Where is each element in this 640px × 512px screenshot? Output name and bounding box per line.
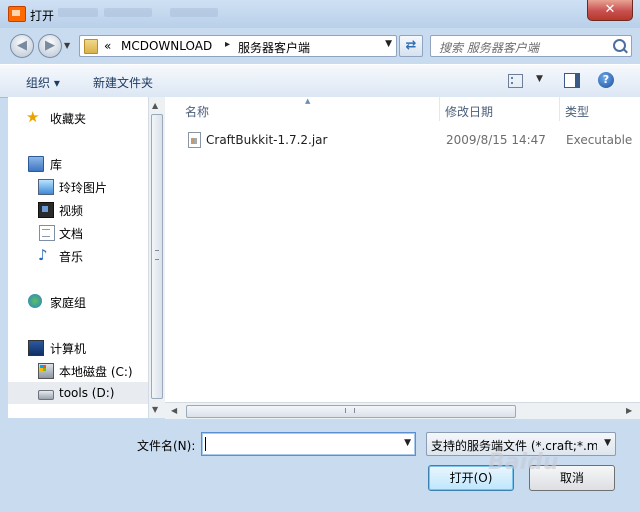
- organize-button[interactable]: 组织 ▾: [26, 74, 60, 91]
- column-header-label: 类型: [565, 105, 590, 119]
- sidebar-item-label: 视频: [59, 204, 84, 218]
- scroll-right-icon[interactable]: ▶: [626, 406, 632, 415]
- star-icon: ★: [26, 108, 40, 126]
- forward-button[interactable]: ▶: [38, 34, 62, 58]
- sidebar-item-pictures[interactable]: 玲玲图片: [8, 175, 148, 197]
- sidebar-item-libraries[interactable]: 库: [8, 152, 148, 174]
- local-disk-icon: [38, 363, 54, 379]
- grip-icon: [155, 250, 159, 260]
- pictures-icon: [38, 179, 54, 195]
- jar-file-icon: [188, 132, 201, 148]
- file-type: Executable: [566, 133, 633, 147]
- scrollbar-thumb[interactable]: [151, 114, 163, 399]
- baidu-watermark: Baidu: [488, 450, 559, 475]
- command-bar: 组织 ▾ 新建文件夹 ▼ ?: [0, 64, 640, 98]
- file-modified-date: 2009/8/15 14:47: [446, 133, 546, 147]
- refresh-button[interactable]: ⇄: [399, 35, 423, 57]
- search-placeholder: 搜索 服务器客户端: [439, 41, 539, 55]
- computer-icon: [28, 340, 44, 356]
- view-dropdown-icon[interactable]: ▼: [536, 74, 543, 84]
- filename-field[interactable]: ▼: [201, 432, 416, 456]
- sidebar-item-label: 文档: [59, 227, 84, 241]
- sidebar-item-computer[interactable]: 计算机: [8, 336, 148, 358]
- address-row: ◀ ▶ ▼ « MCDOWNLOAD ▸ 服务器客户端 ▼ ⇄ 搜索 服务器客户…: [0, 28, 640, 62]
- scroll-up-icon[interactable]: ▲: [152, 101, 158, 110]
- sidebar-item-label: 计算机: [50, 342, 87, 356]
- app-icon: [8, 6, 26, 22]
- background-menu-ghost: [58, 8, 98, 17]
- column-header-type[interactable]: 类型: [559, 97, 640, 121]
- sidebar-item-label: 家庭组: [50, 296, 87, 310]
- view-options-icon[interactable]: [508, 74, 523, 88]
- library-icon: [28, 156, 44, 172]
- sidebar-item-favorites[interactable]: ★ 收藏夹: [8, 106, 148, 128]
- sort-ascending-icon: ▲: [305, 97, 311, 105]
- column-header-label: 修改日期: [445, 105, 494, 119]
- navigation-scrollbar[interactable]: ▲ ▼: [148, 97, 165, 418]
- file-list: 名称 ▲ 修改日期 类型 CraftBukkit-1.7.2.jar 2009/…: [165, 97, 640, 418]
- column-header-name[interactable]: 名称 ▲: [165, 97, 440, 121]
- scroll-down-icon[interactable]: ▼: [152, 405, 158, 414]
- title-bar[interactable]: 打开 ✕: [0, 0, 640, 28]
- grip-icon: [345, 408, 355, 413]
- filename-label: 文件名(N):: [137, 439, 196, 453]
- music-icon: ♪: [38, 246, 48, 264]
- scroll-left-icon[interactable]: ◀: [171, 406, 177, 415]
- crumb-mcdownload[interactable]: MCDOWNLOAD: [121, 39, 212, 53]
- search-input[interactable]: 搜索 服务器客户端: [430, 35, 632, 57]
- sidebar-item-tools-d[interactable]: tools (D:): [8, 382, 148, 404]
- folder-icon: [84, 39, 98, 54]
- background-menu-ghost: [104, 8, 152, 17]
- new-folder-button[interactable]: 新建文件夹: [93, 74, 153, 91]
- window-title: 打开: [30, 9, 55, 23]
- scrollbar-thumb[interactable]: [186, 405, 516, 418]
- navigation-pane: ★ 收藏夹 库 玲玲图片 视频 文档 ♪ 音乐 家庭组 计算机 本地磁盘 (C:…: [8, 97, 148, 418]
- sidebar-item-label: 音乐: [59, 250, 84, 264]
- background-menu-ghost: [170, 8, 218, 17]
- video-icon: [38, 202, 54, 218]
- sidebar-item-label: 收藏夹: [50, 112, 87, 126]
- open-file-dialog: 打开 ✕ ◀ ▶ ▼ « MCDOWNLOAD ▸ 服务器客户端 ▼ ⇄ 搜索 …: [0, 0, 640, 512]
- sidebar-item-label: 库: [50, 158, 63, 172]
- sidebar-item-label: tools (D:): [59, 386, 115, 400]
- document-icon: [39, 225, 55, 241]
- recent-pages-dropdown[interactable]: ▼: [64, 41, 70, 50]
- crumb-separator-icon[interactable]: ▸: [225, 39, 230, 50]
- address-bar[interactable]: « MCDOWNLOAD ▸ 服务器客户端 ▼: [79, 35, 397, 57]
- sidebar-item-documents[interactable]: 文档: [8, 221, 148, 243]
- sidebar-item-label: 本地磁盘 (C:): [59, 365, 133, 379]
- crumb-server-client[interactable]: 服务器客户端: [238, 39, 310, 56]
- crumb-overflow[interactable]: «: [104, 39, 111, 53]
- column-header-date[interactable]: 修改日期: [439, 97, 560, 121]
- back-button[interactable]: ◀: [10, 34, 34, 58]
- sidebar-item-videos[interactable]: 视频: [8, 198, 148, 220]
- drive-icon: [38, 390, 54, 400]
- file-list-horizontal-scrollbar[interactable]: ◀ ▶: [165, 402, 640, 419]
- search-icon: [613, 39, 626, 52]
- file-name: CraftBukkit-1.7.2.jar: [206, 133, 328, 147]
- chevron-down-icon: ▼: [604, 438, 611, 448]
- sidebar-item-local-disk-c[interactable]: 本地磁盘 (C:): [8, 359, 148, 381]
- sidebar-item-music[interactable]: ♪ 音乐: [8, 244, 148, 266]
- help-icon[interactable]: ?: [598, 72, 614, 88]
- homegroup-icon: [28, 294, 42, 308]
- text-caret: [205, 437, 206, 451]
- sidebar-item-homegroup[interactable]: 家庭组: [8, 290, 148, 312]
- sidebar-item-label: 玲玲图片: [59, 181, 108, 195]
- table-row[interactable]: CraftBukkit-1.7.2.jar 2009/8/15 14:47 Ex…: [185, 129, 640, 151]
- preview-pane-icon[interactable]: [564, 73, 580, 88]
- filename-dropdown-icon[interactable]: ▼: [404, 438, 411, 448]
- column-header-label: 名称: [185, 105, 210, 119]
- close-button[interactable]: ✕: [587, 0, 633, 21]
- address-dropdown-icon[interactable]: ▼: [385, 39, 392, 49]
